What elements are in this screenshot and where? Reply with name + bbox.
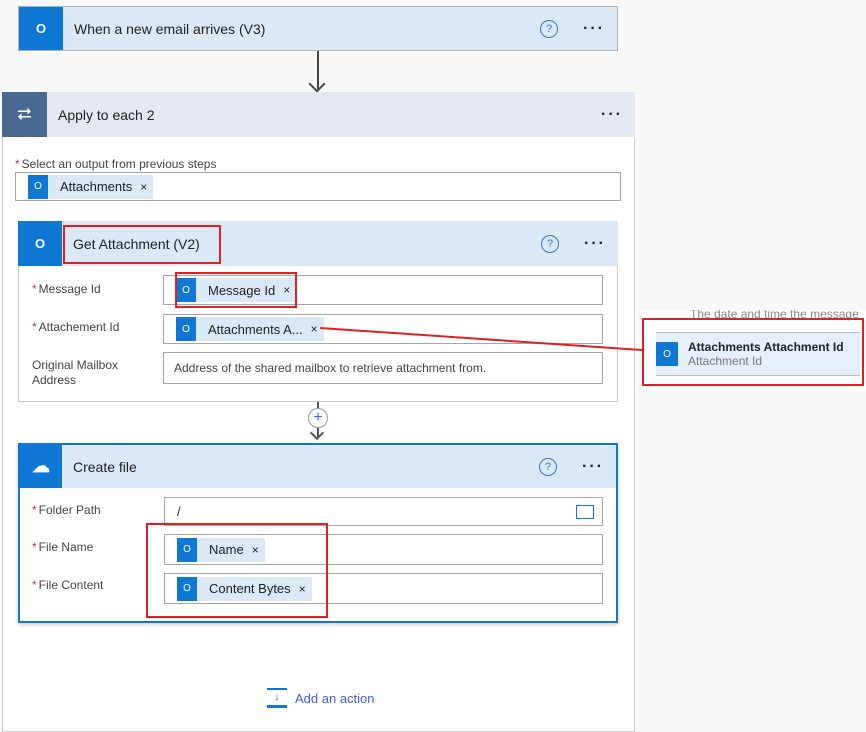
highlight-connector-line xyxy=(319,327,643,351)
